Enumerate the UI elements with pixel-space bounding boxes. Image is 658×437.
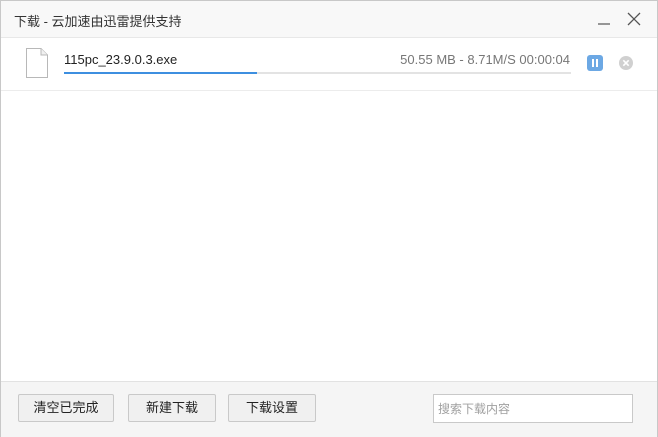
- title-bar: 下载 - 云加速由迅雷提供支持: [1, 1, 657, 38]
- pause-icon-bar: [596, 59, 598, 67]
- download-progress-bar: [64, 72, 571, 74]
- download-settings-button[interactable]: 下载设置: [228, 394, 316, 422]
- pause-icon: [592, 59, 594, 67]
- footer-toolbar: 清空已完成 新建下载 下载设置: [1, 381, 657, 437]
- new-download-button[interactable]: 新建下载: [128, 394, 216, 422]
- download-stats: 50.55 MB - 8.71M/S 00:00:04: [400, 52, 570, 67]
- pause-button[interactable]: [587, 55, 603, 71]
- download-filename: 115pc_23.9.0.3.exe: [64, 52, 178, 67]
- search-downloads-input[interactable]: [433, 394, 633, 423]
- close-button[interactable]: [622, 7, 646, 31]
- download-progress-fill: [64, 72, 257, 74]
- cancel-download-button[interactable]: [618, 55, 634, 71]
- minimize-button[interactable]: [592, 7, 616, 31]
- download-window: 下载 - 云加速由迅雷提供支持 115pc_23.9.0.3.exe 50.55…: [0, 0, 658, 437]
- file-icon: [26, 48, 48, 78]
- close-icon: [627, 12, 641, 26]
- window-title: 下载 - 云加速由迅雷提供支持: [14, 14, 182, 29]
- cancel-circle-icon: [619, 56, 633, 70]
- minimize-icon: [598, 23, 610, 25]
- clear-completed-button[interactable]: 清空已完成: [18, 394, 114, 422]
- download-item[interactable]: 115pc_23.9.0.3.exe 50.55 MB - 8.71M/S 00…: [1, 38, 657, 91]
